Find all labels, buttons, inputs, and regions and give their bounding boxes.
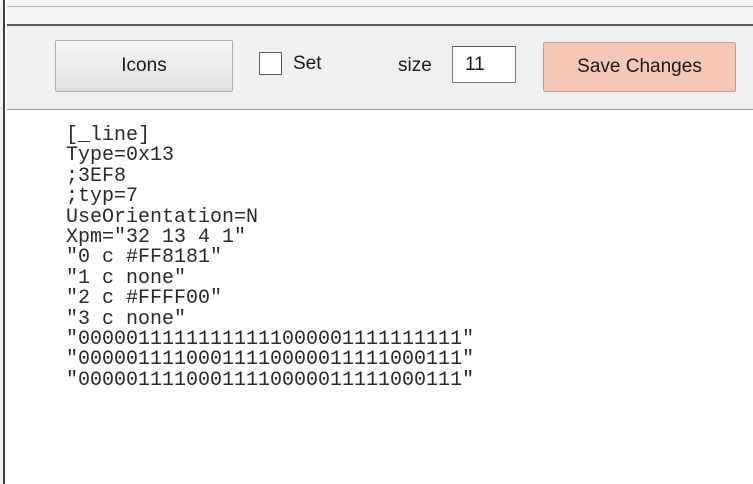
save-changes-label: Save Changes [577, 56, 702, 77]
window-top-strip [7, 0, 753, 26]
window-left-border [0, 0, 5, 484]
code-line: Xpm="32 13 4 1" [66, 225, 247, 249]
size-input[interactable] [452, 46, 516, 83]
code-line: "2 c #FFFF00" [66, 287, 223, 311]
icons-button[interactable]: Icons [55, 40, 233, 92]
size-label: size [398, 55, 432, 76]
icons-button-label: Icons [121, 55, 167, 76]
code-line: "1 c none" [66, 266, 187, 290]
editor-window: Icons Set size Save Changes [_line]Type=… [0, 0, 753, 484]
code-line: ;typ=7 [66, 185, 139, 209]
code-lines: [_line] Type=0x13 ;3EF8 ;typ=7 UseOrientatio… [66, 124, 475, 392]
code-line: "00000111100011110000011111000111" [66, 348, 475, 372]
code-line: UseOrientation=N [66, 205, 259, 229]
code-line: "00000111111111111000001111111111" [66, 327, 475, 351]
set-label: Set [293, 53, 322, 74]
code-line: "00000111100011110000011111000111" [66, 368, 475, 392]
set-checkbox[interactable] [259, 52, 282, 75]
code-line: [_line] [66, 124, 151, 147]
code-line: ;3EF8 [66, 164, 127, 188]
code-line: "3 c none" [66, 307, 187, 331]
toolbar: Icons Set size Save Changes [7, 26, 753, 110]
code-line: "0 c #FF8181" [66, 246, 223, 270]
code-editor[interactable]: [_line] Type=0x13 ;3EF8 ;typ=7 UseOrientatio… [7, 110, 753, 484]
save-changes-button[interactable]: Save Changes [543, 42, 736, 92]
code-line: Type=0x13 [66, 144, 175, 168]
